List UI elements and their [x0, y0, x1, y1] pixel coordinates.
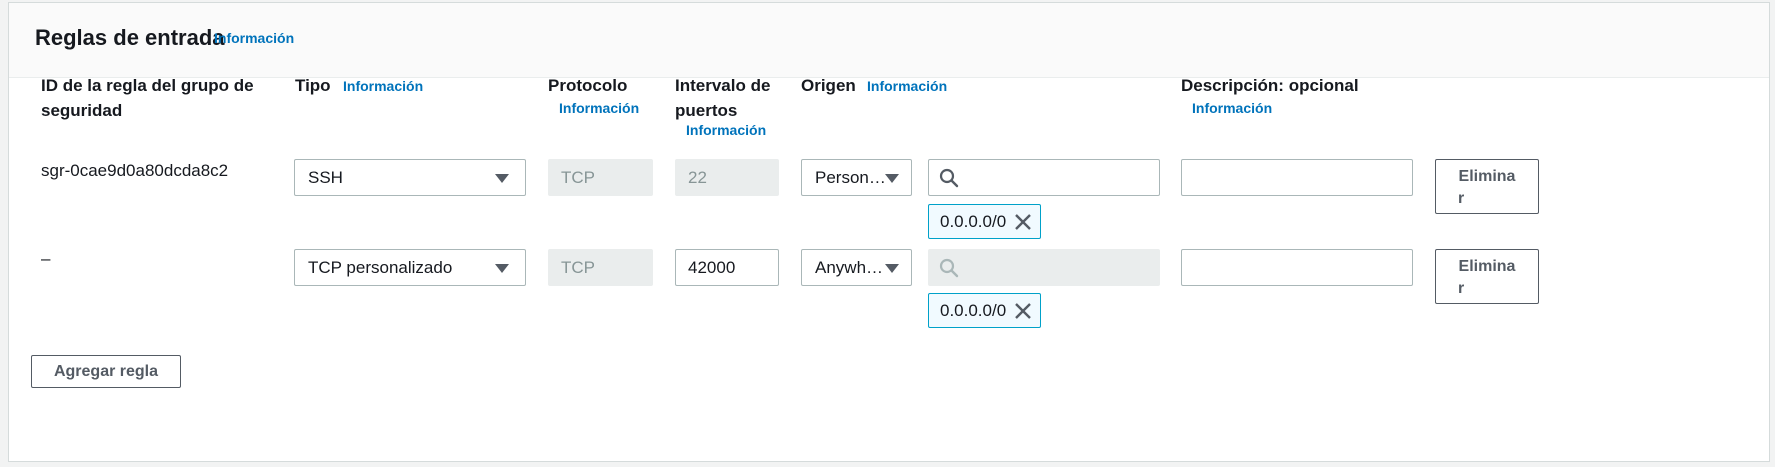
close-icon[interactable] — [1014, 302, 1032, 320]
description-input[interactable] — [1181, 159, 1413, 196]
caret-down-icon — [495, 174, 509, 183]
column-header-port-range-line2: puertos — [675, 101, 738, 120]
delete-rule-label-line1: Elimina — [1458, 258, 1516, 275]
caret-down-icon — [885, 264, 899, 273]
type-select[interactable]: SSH — [294, 159, 526, 196]
panel-title: Reglas de entrada — [35, 25, 225, 50]
protocol-field: TCP — [548, 159, 653, 196]
description-input[interactable] — [1181, 249, 1413, 286]
protocol-field: TCP — [548, 249, 653, 286]
port-range-input[interactable]: 42000 — [675, 249, 779, 286]
column-header-source: Origen — [801, 76, 856, 95]
source-info-link[interactable]: Información — [867, 78, 947, 94]
type-select-value: SSH — [308, 168, 343, 187]
close-icon[interactable] — [1014, 213, 1032, 231]
search-icon — [939, 168, 959, 188]
column-header-protocol: Protocolo — [548, 76, 628, 95]
rule-id: – — [41, 249, 51, 268]
type-info-link[interactable]: Información — [343, 78, 423, 94]
delete-rule-button[interactable]: Elimina r — [1435, 159, 1539, 214]
type-select[interactable]: TCP personalizado — [294, 249, 526, 286]
column-header-port-range: Intervalo de puertos — [675, 73, 770, 123]
column-header-rule-id: ID de la regla del grupo de seguridad — [41, 73, 281, 123]
protocol-info-link[interactable]: Información — [559, 100, 639, 116]
cidr-token: 0.0.0.0/0 — [928, 204, 1041, 239]
port-range-info-link[interactable]: Información — [686, 122, 766, 138]
source-type-select[interactable]: Anywh… — [801, 249, 912, 286]
column-header-rule-id-line2: seguridad — [41, 101, 123, 120]
cidr-token-value: 0.0.0.0/0 — [940, 301, 1007, 320]
panel-info-link[interactable]: Información — [214, 30, 294, 46]
cidr-token-value: 0.0.0.0/0 — [940, 212, 1007, 231]
type-select-value: TCP personalizado — [308, 258, 453, 277]
delete-rule-button[interactable]: Elimina r — [1435, 249, 1539, 304]
cidr-token: 0.0.0.0/0 — [928, 293, 1041, 328]
delete-rule-label-line1: Elimina — [1458, 168, 1516, 185]
column-header-rule-id-line1: ID de la regla del grupo de — [41, 76, 254, 95]
source-type-select[interactable]: Person… — [801, 159, 912, 196]
caret-down-icon — [885, 174, 899, 183]
inbound-rules-panel: Reglas de entrada Información ID de la r… — [8, 2, 1770, 462]
port-range-field: 22 — [675, 159, 779, 196]
source-type-value: Person… — [815, 168, 886, 187]
rule-id: sgr-0cae9d0a80dcda8c2 — [41, 161, 229, 180]
description-info-link[interactable]: Información — [1192, 100, 1272, 116]
panel-header: Reglas de entrada Información — [9, 3, 1769, 78]
delete-rule-label-line2: r — [1458, 190, 1465, 207]
column-header-description: Descripción: opcional — [1181, 76, 1359, 95]
source-search-input[interactable] — [928, 159, 1160, 196]
column-header-type: Tipo — [295, 76, 331, 95]
add-rule-button[interactable]: Agregar regla — [31, 355, 181, 388]
caret-down-icon — [495, 264, 509, 273]
source-type-value: Anywh… — [815, 258, 884, 277]
delete-rule-label-line2: r — [1458, 280, 1465, 297]
search-icon — [939, 258, 959, 278]
column-header-port-range-line1: Intervalo de — [675, 76, 771, 95]
source-search-input — [928, 249, 1160, 286]
